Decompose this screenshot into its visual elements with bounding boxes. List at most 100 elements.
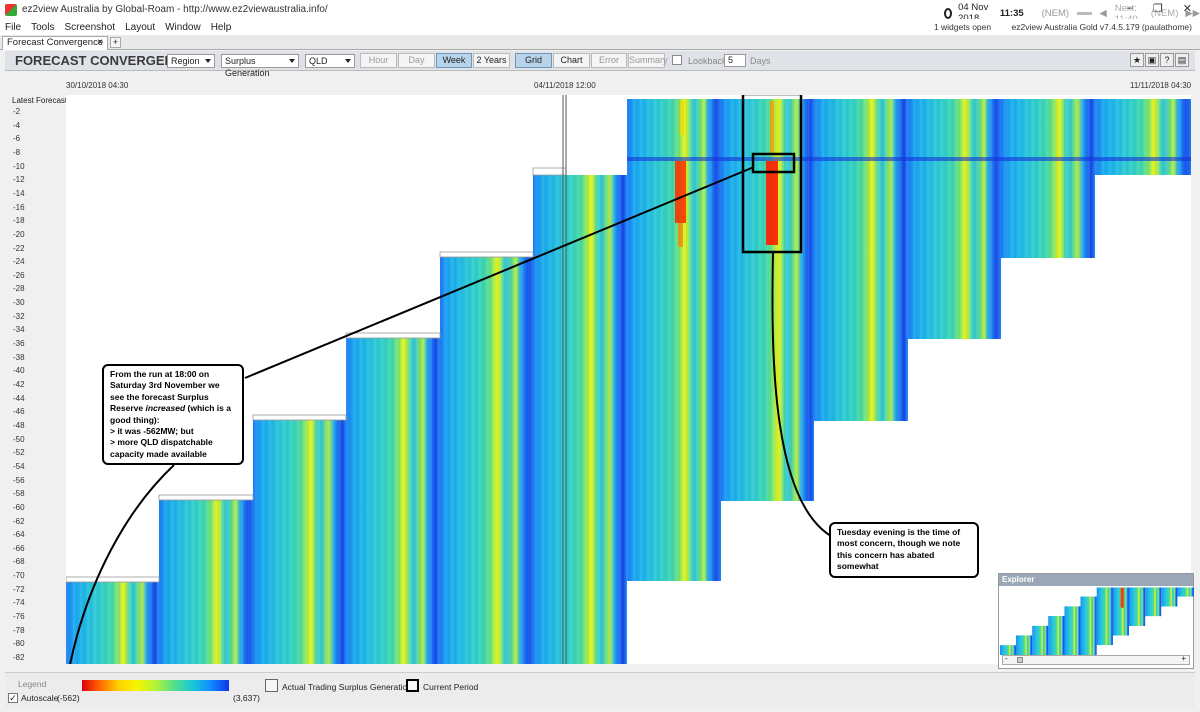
- actual-trading-marker: [345, 332, 441, 339]
- view-error-button[interactable]: Error: [591, 53, 627, 68]
- menu-window[interactable]: Window: [160, 22, 206, 33]
- app-logo-icon: [5, 3, 17, 16]
- menu-tools[interactable]: Tools: [26, 22, 59, 33]
- lookback-checkbox[interactable]: [672, 55, 682, 65]
- region-value: QLD: [309, 56, 328, 66]
- step-back-icon[interactable]: ◀: [1099, 8, 1106, 19]
- restore-icon[interactable]: ❐: [1153, 2, 1163, 15]
- chevron-down-icon: [205, 59, 211, 63]
- minimap-block: [1161, 587, 1178, 607]
- y-tick-label: -74: [13, 598, 25, 608]
- lookback-label: Lookback: [688, 56, 727, 66]
- y-tick-label: -66: [13, 543, 25, 553]
- widget-title: FORECAST CONVERGENCE: [15, 53, 192, 68]
- y-tick-label: -40: [13, 366, 25, 376]
- y-tick-label: -48: [13, 420, 25, 430]
- y-tick-label: -12: [13, 175, 25, 185]
- camera-icon[interactable]: ▣: [1145, 53, 1159, 67]
- tab-close-icon[interactable]: ×: [97, 37, 103, 49]
- y-tick-label: -44: [13, 393, 25, 403]
- callout-text: Tuesday evening is the time of: [837, 527, 961, 537]
- tab-forecast-convergence[interactable]: Forecast Convergence ×: [2, 36, 108, 50]
- range-week-button[interactable]: Week: [436, 53, 472, 68]
- view-grid-button[interactable]: Grid: [515, 53, 552, 68]
- explorer-panel[interactable]: Explorer - +: [998, 573, 1194, 669]
- lookback-days-stepper[interactable]: 5: [724, 54, 746, 67]
- legend-bar: Legend ✓ Autoscale (-562) (3,637) Actual…: [5, 672, 1195, 708]
- region-code-label: (NEM): [1041, 8, 1070, 19]
- mode-dropdown[interactable]: Region: [167, 54, 215, 68]
- current-period-swatch: [406, 679, 419, 692]
- minimap-block: [1080, 596, 1097, 655]
- heatmap-texture: [1001, 99, 1095, 258]
- explorer-scrollbar[interactable]: - +: [1002, 654, 1190, 665]
- y-tick-label: -64: [13, 530, 25, 540]
- heatmap-texture: [1095, 99, 1191, 175]
- range-hour-button[interactable]: Hour: [360, 53, 397, 68]
- close-icon[interactable]: ✕: [1183, 2, 1192, 15]
- view-chart-button[interactable]: Chart: [553, 53, 590, 68]
- y-tick-label: -62: [13, 516, 25, 526]
- menu-layout[interactable]: Layout: [120, 22, 160, 33]
- star-icon[interactable]: ★: [1130, 53, 1144, 67]
- chevron-down-icon: [289, 59, 295, 63]
- help-icon[interactable]: ?: [1160, 53, 1174, 67]
- actual-trading-marker: [158, 494, 254, 501]
- y-tick-label: -68: [13, 557, 25, 567]
- callout-text: > it was -562MW; but: [110, 426, 194, 437]
- minimap-block: [1064, 606, 1081, 655]
- callout-text: > more QLD dispatchable: [110, 437, 213, 448]
- callout-text: capacity made available: [110, 448, 207, 459]
- measure-dropdown[interactable]: Surplus Generation: [221, 54, 299, 78]
- time-slider[interactable]: [1077, 12, 1093, 15]
- y-tick-label: -46: [13, 407, 25, 417]
- view-summary-button[interactable]: Summary: [628, 53, 668, 68]
- menu-screenshot[interactable]: Screenshot: [59, 22, 120, 33]
- y-tick-label: -18: [13, 216, 25, 226]
- explorer-minus[interactable]: -: [1005, 654, 1008, 663]
- autoscale-label: Autoscale: [21, 693, 59, 703]
- heatmap-texture: [908, 99, 1001, 339]
- heatmap-hotspot: [770, 101, 774, 153]
- heatmap-texture: [533, 175, 627, 664]
- region-dropdown[interactable]: QLD: [305, 54, 355, 68]
- range-day-button[interactable]: Day: [398, 53, 435, 68]
- actual-trading-marker: [532, 167, 567, 176]
- y-tick-label: -30: [13, 298, 25, 308]
- y-tick-label: -16: [13, 202, 25, 212]
- heatmap-texture: [627, 99, 721, 581]
- y-tick-label: -58: [13, 489, 25, 499]
- range-2years-button[interactable]: 2 Years: [473, 53, 510, 68]
- mode-value: Region: [171, 56, 200, 66]
- y-tick-label: -50: [13, 434, 25, 444]
- menu-help[interactable]: Help: [206, 22, 237, 33]
- actual-label: Actual Trading Surplus Generation: [282, 682, 412, 692]
- minimap-block: [1000, 645, 1017, 655]
- explorer-minimap[interactable]: [1000, 587, 1194, 655]
- explorer-plus[interactable]: +: [1181, 654, 1186, 663]
- menu-file[interactable]: File: [0, 22, 26, 33]
- heatmap-texture: [253, 420, 346, 664]
- y-tick-label: -70: [13, 571, 25, 581]
- y-tick-label: -20: [13, 229, 25, 239]
- y-tick-label: -36: [13, 339, 25, 349]
- minimap-block: [1177, 587, 1194, 597]
- y-tick-label: -24: [13, 257, 25, 267]
- minimize-icon[interactable]: –: [1127, 2, 1133, 15]
- widget-toolbar: FORECAST CONVERGENCE Region Surplus Gene…: [5, 51, 1195, 78]
- y-tick-label: -72: [13, 584, 25, 594]
- y-tick-label: -42: [13, 380, 25, 389]
- comment-icon[interactable]: ▤: [1175, 53, 1189, 67]
- time-display: 11:35: [999, 8, 1024, 19]
- x-axis-mid-label: 04/11/2018 12:00: [534, 81, 596, 90]
- minimap-block: [1048, 616, 1065, 655]
- y-tick-label: -78: [13, 625, 25, 635]
- explorer-scroll-thumb[interactable]: [1017, 657, 1023, 663]
- minimap-block: [1096, 587, 1113, 646]
- y-tick-label: -56: [13, 475, 25, 485]
- y-tick-label: -22: [13, 243, 25, 253]
- add-tab-button[interactable]: +: [110, 37, 121, 48]
- actual-trading-marker: [252, 414, 347, 421]
- menu-bar: File Tools Screenshot Layout Window Help…: [0, 19, 1200, 35]
- autoscale-checkbox[interactable]: ✓: [8, 693, 18, 703]
